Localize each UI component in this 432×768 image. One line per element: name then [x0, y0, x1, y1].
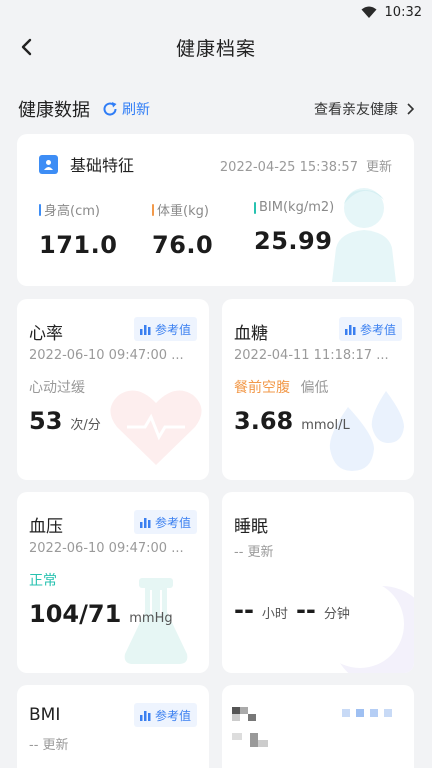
blood-sugar-card[interactable]: 血糖 参考值 2022-04-11 11:18:17 ... 餐前空腹 偏低 3…	[222, 299, 414, 480]
heart-rate-title: 心率	[29, 324, 63, 344]
blood-sugar-status-row: 餐前空腹 偏低	[234, 377, 328, 397]
sleep-value-row: -- 小时 -- 分钟	[234, 596, 350, 624]
sleep-title: 睡眠	[234, 517, 268, 537]
blood-pressure-card[interactable]: 血压 参考值 2022-06-10 09:47:00 ... 正常 104/71…	[17, 492, 209, 673]
heart-rate-status: 心动过缓	[29, 380, 85, 396]
bar-chart-icon	[344, 324, 356, 335]
basic-features-update-label: 更新	[365, 160, 392, 175]
pixelated-title	[232, 707, 260, 721]
sleep-minutes-value: --	[295, 596, 316, 624]
refresh-button[interactable]: 刷新	[102, 99, 150, 119]
sleep-hours-value: --	[234, 596, 254, 624]
section-title: 健康数据	[18, 100, 90, 121]
heart-rate-time: 2022-06-10 09:47:00 ...	[29, 348, 184, 363]
status-time: 10:32	[384, 4, 422, 20]
obscured-card[interactable]	[222, 685, 414, 768]
blood-pressure-reference-button[interactable]: 参考值	[133, 510, 197, 534]
sleep-time: -- 更新	[234, 545, 274, 560]
blood-pressure-title: 血压	[29, 517, 63, 537]
basic-features-date: 2022-04-25 15:38:57	[219, 160, 358, 175]
blood-sugar-title: 血糖	[234, 324, 268, 344]
refresh-icon	[103, 102, 117, 116]
height-label: 身高(cm)	[44, 204, 100, 219]
blood-sugar-value: 3.68	[234, 407, 294, 435]
pixelated-badge	[342, 707, 402, 719]
status-bar: 10:32	[0, 0, 432, 24]
height-value: 171.0	[39, 231, 118, 259]
bim-value: 25.99	[254, 227, 333, 255]
sleep-minutes-unit: 分钟	[323, 607, 350, 622]
blood-sugar-status: 餐前空腹	[234, 380, 290, 396]
chevron-right-icon	[407, 103, 414, 115]
refresh-label: 刷新	[122, 102, 150, 118]
heart-rate-reference-label: 参考值	[154, 322, 191, 337]
page-title: 健康档案	[175, 37, 256, 60]
view-family-health-label: 查看亲友健康	[314, 102, 398, 118]
wifi-icon	[361, 6, 377, 18]
bmi-card[interactable]: BMI 参考值 -- 更新	[17, 685, 209, 768]
bar-chart-icon	[139, 324, 151, 335]
height-metric: 身高(cm) 171.0	[39, 200, 117, 259]
blood-pressure-status: 正常	[29, 573, 57, 589]
bmi-reference-label: 参考值	[154, 708, 191, 723]
profile-card-icon	[39, 154, 58, 174]
blood-sugar-reference-label: 参考值	[359, 322, 396, 337]
bar-chart-icon	[139, 517, 151, 528]
blood-pressure-value: 104/71	[29, 600, 122, 628]
nurse-illustration-icon	[332, 188, 396, 282]
weight-label: 体重(kg)	[157, 204, 209, 219]
back-button[interactable]	[14, 34, 40, 60]
weight-value: 76.0	[152, 231, 214, 259]
bar-chart-icon	[139, 710, 151, 721]
blood-pressure-reference-label: 参考值	[154, 515, 191, 530]
blood-pressure-unit: mmHg	[129, 611, 173, 626]
bmi-time: -- 更新	[29, 738, 69, 753]
sleep-card[interactable]: 睡眠 -- 更新 -- 小时 -- 分钟	[222, 492, 414, 673]
height-marker	[39, 203, 41, 216]
bim-label: BIM(kg/m2)	[259, 200, 335, 215]
heart-rate-unit: 次/分	[70, 418, 101, 433]
heart-illustration-icon	[110, 390, 202, 465]
blood-pressure-value-row: 104/71 mmHg	[29, 600, 173, 628]
bmi-title: BMI	[29, 705, 61, 725]
sleep-hours-unit: 小时	[261, 607, 288, 622]
blood-sugar-unit: mmol/L	[301, 418, 350, 433]
blood-sugar-value-row: 3.68 mmol/L	[234, 407, 350, 435]
section-header: 健康数据 刷新 查看亲友健康	[18, 94, 414, 124]
basic-features-header: 基础特征	[39, 152, 134, 176]
heart-rate-value: 53	[29, 407, 63, 435]
weight-metric: 体重(kg) 76.0	[152, 200, 213, 259]
blood-sugar-reference-button[interactable]: 参考值	[338, 317, 402, 341]
nav-bar: 健康档案	[0, 24, 432, 70]
blood-sugar-time: 2022-04-11 11:18:17 ...	[234, 348, 389, 363]
bmi-reference-button[interactable]: 参考值	[133, 703, 197, 727]
view-family-health-link[interactable]: 查看亲友健康	[314, 99, 414, 119]
heart-rate-card[interactable]: 心率 参考值 2022-06-10 09:47:00 ... 心动过缓 53 次…	[17, 299, 209, 480]
bim-marker	[254, 201, 256, 214]
blood-sugar-level: 偏低	[300, 380, 329, 396]
heart-rate-reference-button[interactable]: 参考值	[133, 317, 197, 341]
bim-metric: BIM(kg/m2) 25.99	[254, 200, 334, 255]
blood-pressure-time: 2022-06-10 09:47:00 ...	[29, 541, 184, 556]
basic-features-timestamp: 2022-04-25 15:38:57 更新	[220, 156, 392, 175]
weight-marker	[152, 203, 154, 216]
heart-rate-value-row: 53 次/分	[29, 407, 101, 435]
chevron-left-icon	[21, 38, 32, 56]
basic-features-card[interactable]: 基础特征 2022-04-25 15:38:57 更新 身高(cm) 171.0 …	[17, 134, 414, 286]
pixelated-subtitle	[232, 733, 272, 747]
basic-features-title: 基础特征	[70, 156, 135, 175]
